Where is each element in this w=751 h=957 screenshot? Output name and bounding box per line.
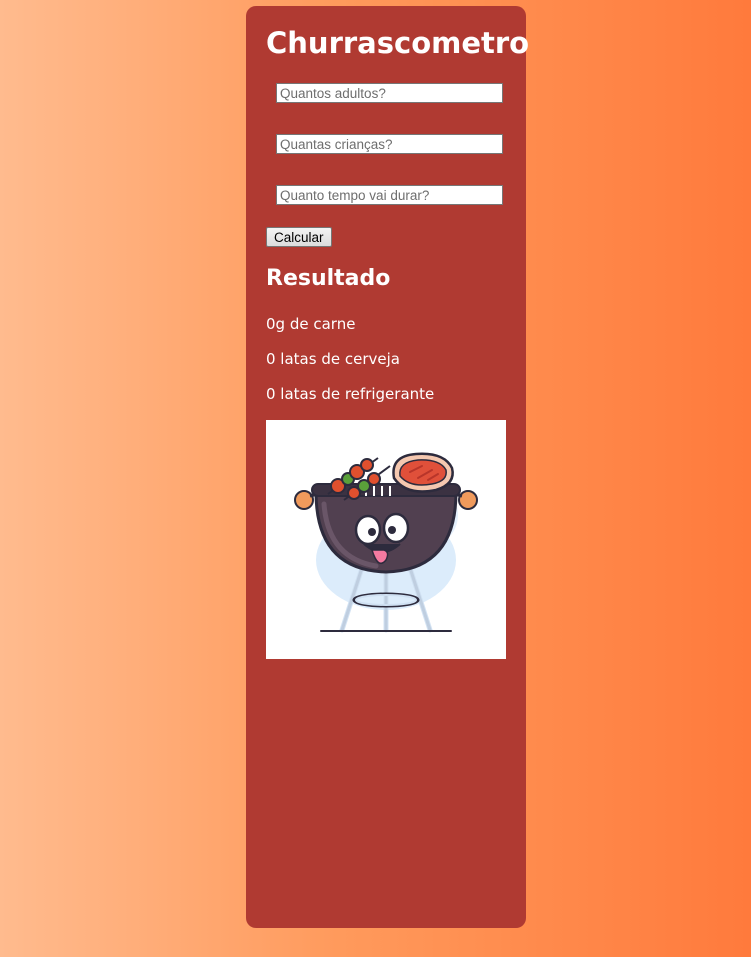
- result-heading: Resultado: [266, 266, 391, 291]
- page-title: Churrascometro: [266, 26, 530, 60]
- result-meat: 0g de carne: [266, 315, 356, 333]
- calculator-card: Churrascometro Calcular Resultado 0g de …: [246, 6, 530, 928]
- result-beer: 0 latas de cerveja: [266, 350, 400, 368]
- grill-mascot-icon: [294, 452, 478, 633]
- grill-image: [266, 420, 506, 659]
- adults-input[interactable]: [276, 83, 503, 103]
- calculate-button[interactable]: Calcular: [266, 227, 332, 247]
- children-input[interactable]: [276, 134, 503, 154]
- duration-input[interactable]: [276, 185, 503, 205]
- result-soda: 0 latas de refrigerante: [266, 385, 435, 403]
